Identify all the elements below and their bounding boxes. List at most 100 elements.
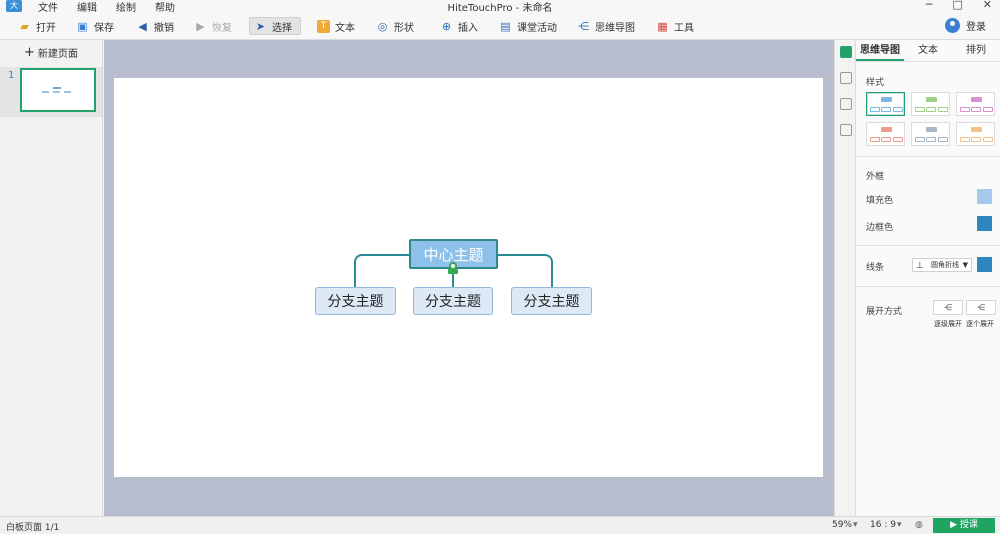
- pin-tab-icon[interactable]: [840, 72, 852, 84]
- insert-button[interactable]: ⊕ 插入: [436, 17, 482, 35]
- style-preview-node: [971, 137, 981, 142]
- style-preview-node: [893, 107, 903, 112]
- style-preview-node: [938, 107, 948, 112]
- drag-handle-icon[interactable]: [448, 269, 458, 274]
- style-preview-node: [971, 97, 982, 102]
- expand-each-button[interactable]: ⋲: [966, 300, 996, 315]
- style-preview-node: [915, 137, 925, 142]
- ratio-dropdown-icon[interactable]: ▾: [897, 520, 907, 530]
- expand-level-caption: 逐级展开: [934, 320, 962, 328]
- redo-label: 恢复: [212, 22, 232, 34]
- page-list-item[interactable]: 1: [0, 67, 102, 117]
- properties-tab-icon[interactable]: [840, 46, 852, 58]
- activity-icon: ▤: [500, 19, 511, 33]
- page-number: 1: [8, 70, 15, 81]
- branch-topic-right[interactable]: 分支主题: [511, 287, 592, 315]
- present-button[interactable]: ▶ 授课: [933, 518, 995, 533]
- style-preview-node: [926, 137, 936, 142]
- tools-label: 工具: [674, 22, 694, 34]
- mindmap-icon: ⋲: [578, 19, 589, 33]
- style-preview-node: [971, 127, 982, 132]
- plus-icon: +: [24, 45, 35, 60]
- open-button[interactable]: ▰ 打开: [14, 17, 60, 35]
- style-preview-node: [971, 107, 981, 112]
- border-color-swatch[interactable]: [977, 216, 992, 231]
- tab-text[interactable]: 文本: [904, 40, 952, 61]
- divider: [856, 156, 1000, 157]
- pages-panel: + 新建页面 1: [0, 40, 103, 516]
- tab-arrange[interactable]: 排列: [952, 40, 1000, 61]
- save-label: 保存: [94, 22, 114, 34]
- tab-mindmap[interactable]: 思维导图: [856, 40, 904, 61]
- style-preview-node: [870, 137, 880, 142]
- expand-each-caption: 逐个展开: [966, 320, 994, 328]
- line-color-swatch[interactable]: [977, 257, 992, 272]
- select-label: 选择: [272, 22, 292, 34]
- new-page-button[interactable]: + 新建页面: [24, 45, 78, 60]
- page-status: 白板页面 1/1: [6, 523, 60, 533]
- select-button[interactable]: ➤ 选择: [249, 17, 301, 35]
- line-style-value: 圆角折线: [931, 261, 959, 269]
- mindmap-style-option[interactable]: [866, 122, 905, 146]
- mindmap-style-option[interactable]: [956, 122, 995, 146]
- settings-icon[interactable]: ◍: [915, 520, 925, 530]
- fill-color-label: 填充色: [866, 196, 894, 206]
- branch-topic-left[interactable]: 分支主题: [315, 287, 396, 315]
- connector-left: [354, 254, 410, 288]
- shape-label: 形状: [394, 22, 414, 34]
- mindmap-button[interactable]: ⋲ 思维导图: [573, 17, 639, 35]
- mindmap-style-option[interactable]: [911, 92, 950, 116]
- login-button[interactable]: 登录: [945, 18, 986, 33]
- properties-panel: 思维导图 文本 排列 样式 外框 填充色 边框色 线条 ⊥ 圆角折线 ▼ 展开方…: [856, 40, 1000, 516]
- folder-icon: ▰: [20, 19, 29, 33]
- text-label: 文本: [335, 22, 355, 34]
- minimize-icon[interactable]: ─: [926, 0, 933, 11]
- style-preview-node: [915, 107, 925, 112]
- shape-button[interactable]: ◎ 形状: [372, 17, 418, 35]
- mindmap-style-option[interactable]: [866, 92, 905, 116]
- style-preview-node: [960, 137, 970, 142]
- maximize-icon[interactable]: □: [952, 0, 962, 11]
- style-preview-node: [926, 97, 937, 102]
- style-preview-node: [960, 107, 970, 112]
- elbow-line-icon: ⊥: [916, 261, 924, 271]
- canvas-area[interactable]: 中心主题 分支主题 分支主题 分支主题: [104, 40, 834, 516]
- mindmap-style-option[interactable]: [956, 92, 995, 116]
- whiteboard-slide[interactable]: 中心主题 分支主题 分支主题 分支主题: [114, 78, 823, 477]
- present-label: 授课: [959, 520, 978, 530]
- border-color-label: 边框色: [866, 223, 894, 233]
- new-page-label: 新建页面: [37, 49, 78, 60]
- text-button[interactable]: T 文本: [313, 17, 359, 35]
- expand-level-button[interactable]: ⋲: [933, 300, 963, 315]
- style-preview-node: [938, 137, 948, 142]
- zoom-dropdown-icon[interactable]: ▾: [853, 520, 863, 530]
- style-preview-node: [926, 127, 937, 132]
- style-preview-node: [983, 107, 993, 112]
- mindmap-style-option[interactable]: [911, 122, 950, 146]
- undo-button[interactable]: ◀ 撤销: [132, 17, 178, 35]
- fill-color-swatch[interactable]: [977, 189, 992, 204]
- user-avatar-icon: [945, 18, 960, 33]
- style-preview-node: [893, 137, 903, 142]
- expand-each-icon: ⋲: [977, 303, 985, 312]
- expand-section-label: 展开方式: [866, 307, 903, 317]
- activity-label: 课堂活动: [517, 22, 557, 34]
- page-thumbnail[interactable]: [20, 68, 96, 112]
- undo-icon: ◀: [138, 19, 147, 33]
- style-preview-node: [881, 97, 892, 102]
- redo-button[interactable]: ▶ 恢复: [190, 17, 236, 35]
- aspect-ratio[interactable]: 16 : 9: [870, 520, 896, 530]
- resource-tab-icon[interactable]: [840, 124, 852, 136]
- close-icon[interactable]: ✕: [983, 0, 992, 11]
- class-activity-button[interactable]: ▤ 课堂活动: [495, 17, 561, 35]
- line-style-select[interactable]: ⊥ 圆角折线 ▼: [912, 258, 972, 272]
- save-tab-icon[interactable]: [840, 98, 852, 110]
- branch-topic-middle[interactable]: 分支主题: [413, 287, 493, 315]
- zoom-level[interactable]: 59%: [832, 520, 852, 530]
- connector-right: [497, 254, 553, 288]
- tools-button[interactable]: ▦ 工具: [652, 17, 698, 35]
- save-button[interactable]: ▣ 保存: [72, 17, 118, 35]
- style-preview-node: [870, 107, 880, 112]
- toolbox-icon: ▦: [657, 19, 668, 33]
- insert-icon: ⊕: [441, 19, 452, 33]
